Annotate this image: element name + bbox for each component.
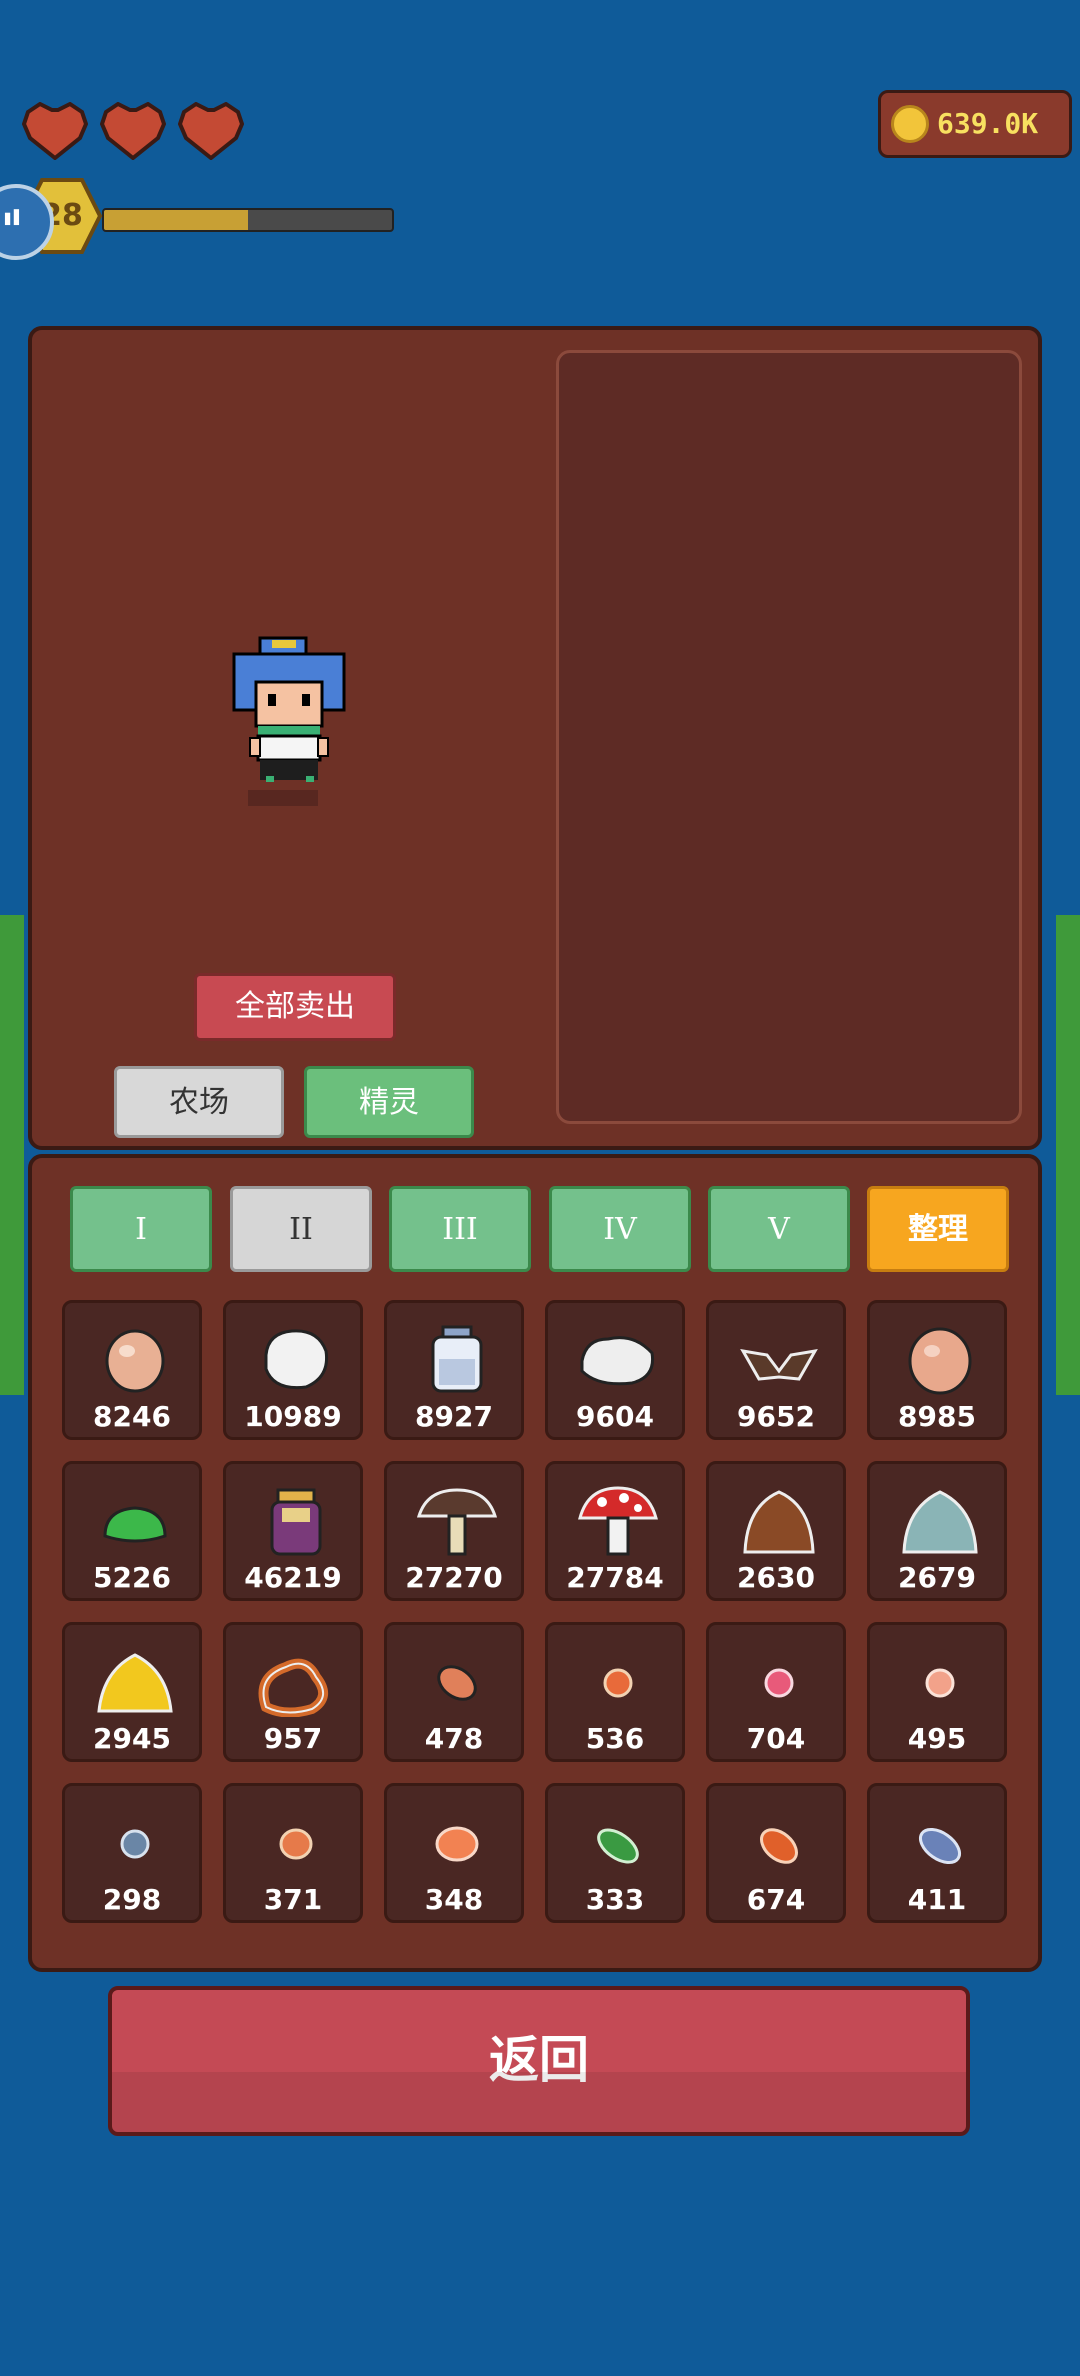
inventory-slot[interactable]: 411 xyxy=(867,1783,1007,1923)
inventory-slot[interactable]: 333 xyxy=(545,1783,685,1923)
pink-gem-icon xyxy=(764,1668,794,1698)
item-quantity: 333 xyxy=(585,1883,645,1916)
island-edge-right xyxy=(1056,915,1080,1395)
back-button[interactable]: 返回 xyxy=(108,1986,970,2136)
item-quantity: 704 xyxy=(746,1722,806,1755)
red-mushroom-icon xyxy=(578,1486,658,1556)
orange-bean-icon xyxy=(435,1826,479,1862)
volume-icon xyxy=(4,209,20,226)
tier-tabs: I II III IV V 整理 xyxy=(70,1186,1014,1274)
item-quantity: 46219 xyxy=(244,1561,342,1594)
item-quantity: 674 xyxy=(746,1883,806,1916)
heart-icon xyxy=(22,102,88,160)
tier-tab-3[interactable]: III xyxy=(389,1186,531,1272)
heart-icon xyxy=(178,102,244,160)
item-quantity: 298 xyxy=(102,1883,162,1916)
peach-gem-icon xyxy=(925,1668,955,1698)
egg-icon xyxy=(105,1329,165,1393)
inventory-slot[interactable]: 9652 xyxy=(706,1300,846,1440)
item-quantity: 27784 xyxy=(566,1561,664,1594)
xp-bar-fill xyxy=(104,210,248,230)
item-preview-panel xyxy=(556,350,1022,1124)
inventory-slot[interactable]: 5226 xyxy=(62,1461,202,1601)
sell-all-button[interactable]: 全部卖出 xyxy=(194,973,396,1041)
egg-icon xyxy=(908,1327,972,1395)
blue-pod-icon xyxy=(918,1827,962,1865)
tier-tab-1[interactable]: I xyxy=(70,1186,212,1272)
potion-jar-icon xyxy=(270,1488,322,1556)
tier-tab-5[interactable]: V xyxy=(708,1186,850,1272)
brown-slime-icon xyxy=(743,1490,815,1554)
character-sprite-icon xyxy=(232,636,346,806)
item-quantity: 8985 xyxy=(898,1400,976,1433)
item-quantity: 5226 xyxy=(93,1561,171,1594)
inventory-slot[interactable]: 2679 xyxy=(867,1461,1007,1601)
item-quantity: 10989 xyxy=(244,1400,342,1433)
blue-slime-icon xyxy=(902,1490,978,1554)
coin-icon xyxy=(891,105,929,143)
item-quantity: 957 xyxy=(263,1722,323,1755)
item-quantity: 411 xyxy=(907,1883,967,1916)
tier-tab-2[interactable]: II xyxy=(230,1186,372,1272)
green-pod-icon xyxy=(597,1828,639,1864)
item-quantity: 495 xyxy=(907,1722,967,1755)
pretzel-icon xyxy=(258,1658,328,1717)
item-quantity: 8246 xyxy=(93,1400,171,1433)
inventory-slot[interactable]: 536 xyxy=(545,1622,685,1762)
inventory-slot[interactable]: 478 xyxy=(384,1622,524,1762)
coin-amount: 639.0K xyxy=(937,107,1039,140)
inventory-slot[interactable]: 371 xyxy=(223,1783,363,1923)
wool-icon xyxy=(264,1329,329,1390)
item-quantity: 2630 xyxy=(737,1561,815,1594)
inventory-slot[interactable]: 8927 xyxy=(384,1300,524,1440)
milk-bottle-icon xyxy=(431,1325,483,1393)
orange-gem-icon xyxy=(603,1668,633,1698)
island-edge-left xyxy=(0,915,24,1395)
item-quantity: 348 xyxy=(424,1883,484,1916)
item-quantity: 371 xyxy=(263,1883,323,1916)
tier-tab-4[interactable]: IV xyxy=(549,1186,691,1272)
heart-icon xyxy=(100,102,166,160)
meat-icon xyxy=(437,1665,477,1701)
inventory-slot[interactable]: 704 xyxy=(706,1622,846,1762)
inventory-slot[interactable]: 2945 xyxy=(62,1622,202,1762)
item-quantity: 27270 xyxy=(405,1561,503,1594)
cotton-icon xyxy=(580,1336,655,1386)
green-slime-icon xyxy=(103,1506,167,1543)
item-quantity: 8927 xyxy=(415,1400,493,1433)
sort-button[interactable]: 整理 xyxy=(867,1186,1009,1272)
tab-elf[interactable]: 精灵 xyxy=(304,1066,474,1138)
yellow-slime-icon xyxy=(97,1653,173,1713)
item-quantity: 478 xyxy=(424,1722,484,1755)
inventory-slot[interactable]: 9604 xyxy=(545,1300,685,1440)
bat-wing-icon xyxy=(740,1349,818,1381)
item-quantity: 9604 xyxy=(576,1400,654,1433)
inventory-slot[interactable]: 27270 xyxy=(384,1461,524,1601)
inventory-slot[interactable]: 8985 xyxy=(867,1300,1007,1440)
inventory-slot[interactable]: 10989 xyxy=(223,1300,363,1440)
level-indicator: 28 xyxy=(0,172,400,262)
inventory-slot[interactable]: 348 xyxy=(384,1783,524,1923)
inventory-slot[interactable]: 46219 xyxy=(223,1461,363,1601)
inventory-slot[interactable]: 27784 xyxy=(545,1461,685,1601)
xp-bar xyxy=(102,208,394,232)
item-quantity: 2679 xyxy=(898,1561,976,1594)
item-quantity: 536 xyxy=(585,1722,645,1755)
inventory-slot[interactable]: 2630 xyxy=(706,1461,846,1601)
orange-pod-icon xyxy=(760,1828,798,1864)
item-quantity: 2945 xyxy=(93,1722,171,1755)
tab-farm[interactable]: 农场 xyxy=(114,1066,284,1138)
inventory-slot[interactable]: 8246 xyxy=(62,1300,202,1440)
health-hearts xyxy=(22,102,244,160)
inventory-slot[interactable]: 495 xyxy=(867,1622,1007,1762)
inventory-slot[interactable]: 298 xyxy=(62,1783,202,1923)
item-quantity: 9652 xyxy=(737,1400,815,1433)
brown-mushroom-icon xyxy=(417,1488,497,1556)
inventory-slot[interactable]: 674 xyxy=(706,1783,846,1923)
orange-seed-icon xyxy=(279,1828,313,1860)
inventory-slot[interactable]: 957 xyxy=(223,1622,363,1762)
inventory-grid: 8246 10989 8927 9604 9652 8985 5226 4621… xyxy=(62,1300,1012,1930)
blue-gem-icon xyxy=(120,1829,150,1859)
coin-counter: 639.0K xyxy=(878,90,1072,158)
